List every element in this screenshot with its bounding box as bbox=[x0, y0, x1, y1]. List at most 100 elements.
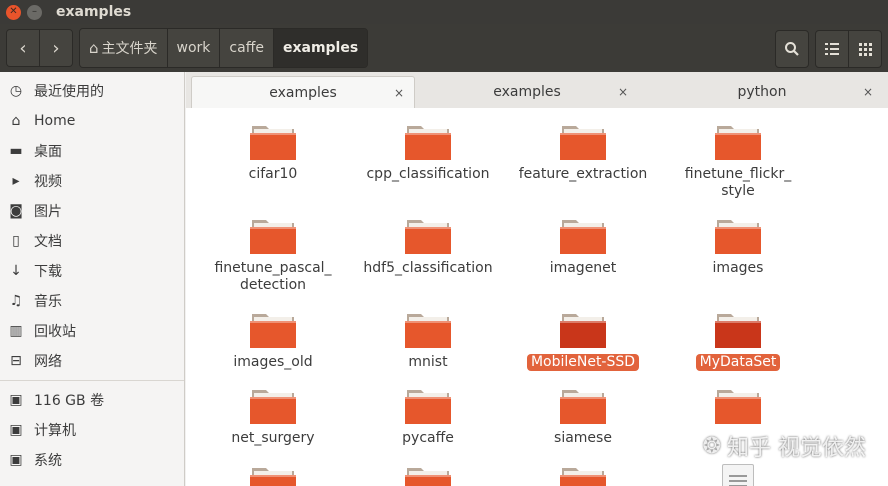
watermark-text: 知乎 视觉依然 bbox=[727, 436, 866, 461]
folder-icon bbox=[560, 314, 606, 348]
folder-icon bbox=[405, 390, 451, 424]
file-name: hdf5_classification bbox=[363, 260, 493, 276]
folder-icon bbox=[250, 468, 296, 486]
title-bar: ✕ – examples bbox=[0, 0, 888, 24]
folder-item[interactable]: finetune_pascal_ detection bbox=[198, 216, 348, 294]
tab-label: python bbox=[737, 84, 787, 100]
folder-item[interactable]: cifar10 bbox=[198, 122, 348, 183]
clock-icon: ◷ bbox=[9, 83, 23, 99]
chevron-right-icon: › bbox=[52, 37, 60, 59]
file-name: cifar10 bbox=[248, 166, 298, 182]
folder-item[interactable]: cpp_classification bbox=[353, 122, 503, 183]
file-name: net_surgery bbox=[231, 430, 315, 446]
sidebar: ◷ 最近使用的 ⌂ Home ▬ 桌面 ▸ 视频 ◙ 图片 ▯ 文档 ↓ 下载 ♫ 音乐 ▥ 回收… bbox=[0, 72, 185, 486]
folder-icon bbox=[250, 220, 296, 254]
breadcrumb: ⌂ 主文件夹 work caffe examples bbox=[79, 28, 369, 68]
search-button[interactable] bbox=[775, 30, 809, 68]
close-tab-icon[interactable]: × bbox=[394, 86, 404, 100]
folder-icon: ▬ bbox=[9, 143, 23, 159]
sidebar-item-label: 视频 bbox=[34, 174, 62, 190]
drive-icon: ▣ bbox=[9, 392, 23, 408]
sidebar-item-desktop[interactable]: ▬ 桌面 bbox=[0, 136, 184, 166]
folder-item[interactable]: pycaffe bbox=[353, 386, 503, 447]
sidebar-item-system[interactable]: ▣ 系统 bbox=[0, 445, 184, 475]
minimize-window-button[interactable]: – bbox=[27, 4, 42, 20]
trash-icon: ▥ bbox=[9, 323, 23, 339]
sidebar-item-label: 桌面 bbox=[34, 144, 62, 160]
breadcrumb-home[interactable]: ⌂ 主文件夹 bbox=[80, 29, 167, 67]
sidebar-item-computer[interactable]: ▣ 计算机 bbox=[0, 415, 184, 445]
folder-item[interactable] bbox=[663, 386, 813, 424]
grid-view-button[interactable] bbox=[849, 30, 882, 68]
search-icon bbox=[785, 42, 799, 56]
sidebar-item-label: 回收站 bbox=[34, 324, 76, 340]
home-icon: ⌂ bbox=[11, 113, 21, 129]
sidebar-item-trash[interactable]: ▥ 回收站 bbox=[0, 316, 184, 346]
folder-icon bbox=[560, 126, 606, 160]
sidebar-item-label: 网络 bbox=[34, 354, 62, 370]
list-view-button[interactable] bbox=[815, 30, 849, 68]
sidebar-item-label: 116 GB 卷 bbox=[34, 393, 105, 409]
tab-label: examples bbox=[269, 85, 337, 101]
breadcrumb-label: examples bbox=[282, 40, 359, 56]
window-title: examples bbox=[56, 4, 132, 20]
file-name: siamese bbox=[554, 430, 612, 446]
folder-item[interactable] bbox=[353, 464, 503, 486]
document-icon bbox=[722, 464, 754, 486]
folder-item[interactable]: MyDataSet bbox=[663, 310, 813, 371]
file-name: pycaffe bbox=[402, 430, 454, 446]
folder-icon bbox=[560, 220, 606, 254]
breadcrumb-work[interactable]: work bbox=[166, 29, 220, 67]
breadcrumb-label: 主文件夹 bbox=[101, 41, 158, 57]
back-button[interactable]: ‹ bbox=[7, 30, 39, 66]
grid-view-icon bbox=[858, 42, 872, 56]
folder-item[interactable]: images bbox=[663, 216, 813, 277]
sidebar-item-label: Home bbox=[34, 113, 76, 129]
watermark: ❂ 知乎 视觉依然 bbox=[703, 430, 866, 462]
file-name: finetune_pascal_ detection bbox=[214, 260, 332, 293]
sidebar-item-videos[interactable]: ▸ 视频 bbox=[0, 166, 184, 196]
file-item[interactable] bbox=[663, 464, 813, 486]
breadcrumb-caffe[interactable]: caffe bbox=[219, 29, 273, 67]
breadcrumb-examples[interactable]: examples bbox=[272, 29, 368, 67]
sidebar-item-label: 最近使用的 bbox=[34, 84, 104, 100]
sidebar-item-music[interactable]: ♫ 音乐 bbox=[0, 286, 184, 316]
close-tab-icon[interactable]: × bbox=[618, 85, 628, 99]
sidebar-item-volume[interactable]: ▣ 116 GB 卷 bbox=[0, 385, 184, 415]
music-icon: ♫ bbox=[9, 293, 23, 309]
folder-icon bbox=[560, 390, 606, 424]
sidebar-item-label: 文档 bbox=[34, 234, 62, 250]
sidebar-divider bbox=[0, 380, 184, 381]
forward-button[interactable]: › bbox=[39, 30, 72, 66]
file-name: imagenet bbox=[549, 260, 617, 276]
folder-item[interactable]: hdf5_classification bbox=[353, 216, 503, 277]
folder-item[interactable]: siamese bbox=[508, 386, 658, 447]
sidebar-item-label: 计算机 bbox=[34, 423, 76, 439]
sidebar-item-home[interactable]: ⌂ Home bbox=[0, 106, 184, 136]
folder-icon bbox=[715, 220, 761, 254]
folder-item[interactable] bbox=[508, 464, 658, 486]
tab-python[interactable]: python × bbox=[641, 76, 883, 108]
folder-item[interactable]: imagenet bbox=[508, 216, 658, 277]
folder-item[interactable]: net_surgery bbox=[198, 386, 348, 447]
close-tab-icon[interactable]: × bbox=[863, 85, 873, 99]
sidebar-item-pictures[interactable]: ◙ 图片 bbox=[0, 196, 184, 226]
folder-icon bbox=[250, 126, 296, 160]
breadcrumb-label: caffe bbox=[229, 40, 264, 56]
folder-item[interactable] bbox=[198, 464, 348, 486]
sidebar-item-recent[interactable]: ◷ 最近使用的 bbox=[0, 76, 184, 106]
folder-item[interactable]: images_old bbox=[198, 310, 348, 371]
folder-item[interactable]: mnist bbox=[353, 310, 503, 371]
folder-item[interactable]: MobileNet-SSD bbox=[508, 310, 658, 371]
tab-label: examples bbox=[493, 84, 561, 100]
folder-item[interactable]: finetune_flickr_ style bbox=[663, 122, 813, 200]
close-window-button[interactable]: ✕ bbox=[6, 4, 21, 20]
sidebar-item-network[interactable]: ⊟ 网络 bbox=[0, 346, 184, 376]
folder-icon bbox=[405, 126, 451, 160]
tab-examples-2[interactable]: examples × bbox=[416, 76, 638, 108]
tab-examples-1[interactable]: examples × bbox=[191, 76, 415, 109]
file-name: MyDataSet bbox=[695, 354, 781, 371]
sidebar-item-downloads[interactable]: ↓ 下载 bbox=[0, 256, 184, 286]
folder-item[interactable]: feature_extraction bbox=[508, 122, 658, 183]
sidebar-item-documents[interactable]: ▯ 文档 bbox=[0, 226, 184, 256]
